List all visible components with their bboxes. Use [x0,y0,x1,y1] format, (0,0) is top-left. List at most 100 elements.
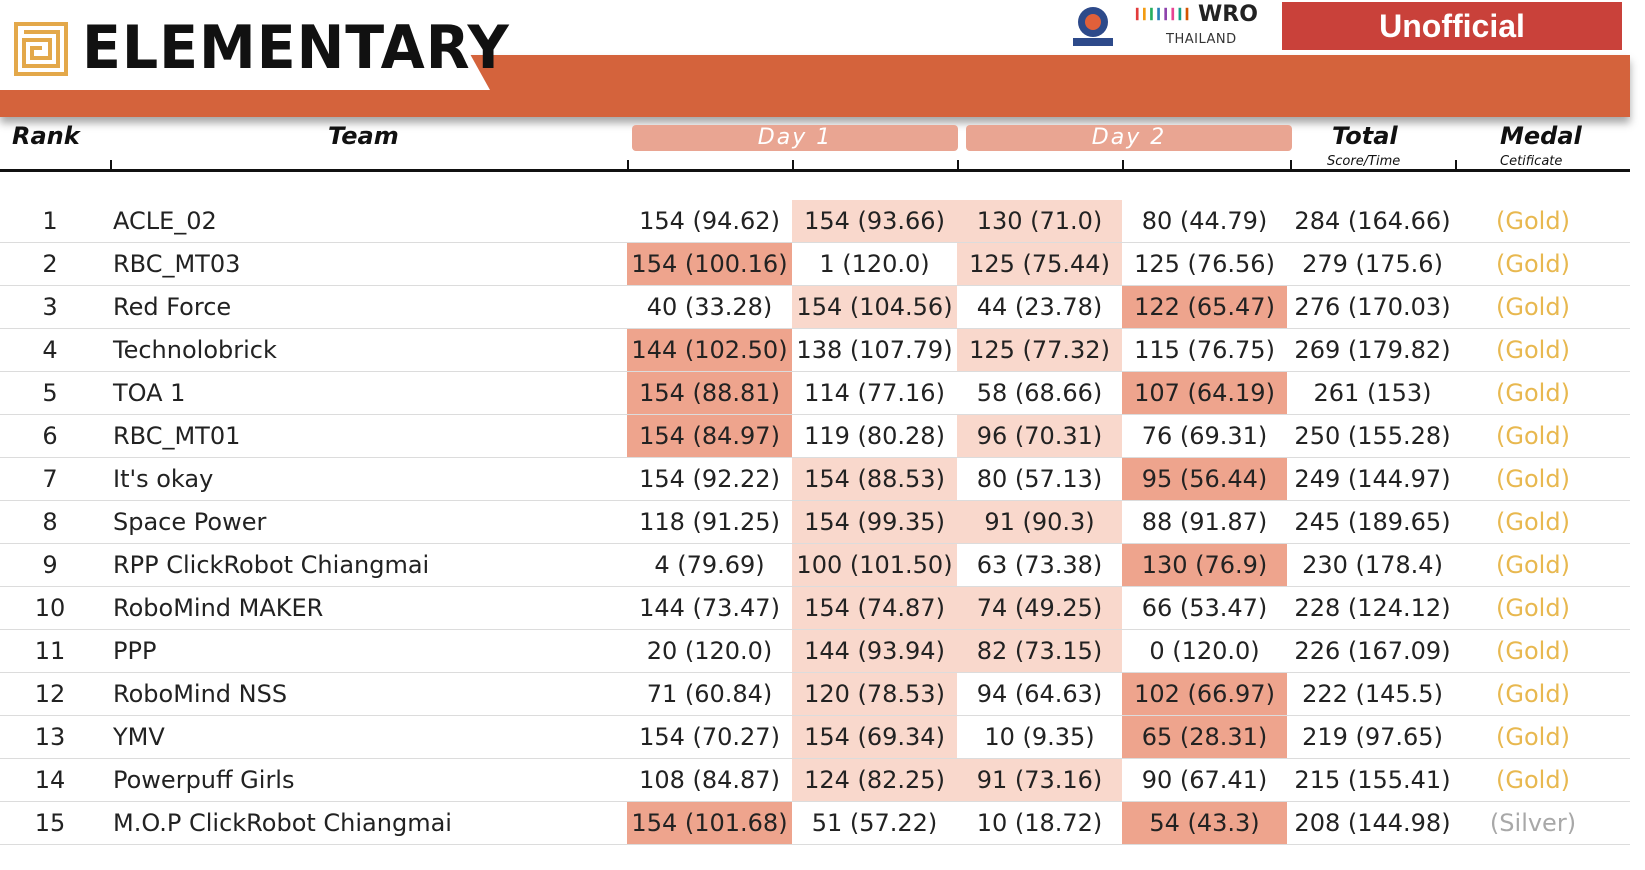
day1-round1-cell: 154 (94.62) [639,207,780,235]
table-row: 9 RPP ClickRobot Chiangmai 4 (79.69) 100… [0,544,1630,587]
day2-round1-cell: 80 (57.13) [976,465,1103,493]
column-header-total: Total [1332,122,1398,150]
day1-round1-cell: 40 (33.28) [646,293,773,321]
total-cell: 261 (153) [1313,379,1432,407]
total-cell: 222 (145.5) [1302,680,1443,708]
column-tick [1455,160,1457,170]
day1-round2-cell: 120 (78.53) [792,673,957,715]
wro-brand: WRO [1198,2,1258,27]
day1-round2-cell: 114 (77.16) [804,379,945,407]
team-cell: ACLE_02 [113,207,217,235]
medal-cell: (Gold) [1496,766,1570,794]
total-cell: 226 (167.09) [1294,637,1451,665]
wro-country: THAILAND [1166,32,1237,47]
day2-round2-cell: 95 (56.44) [1122,458,1287,500]
day1-round1-cell: 108 (84.87) [639,766,780,794]
table-row: 6 RBC_MT01 154 (84.97) 119 (80.28) 96 (7… [0,415,1630,458]
rank-cell: 6 [42,422,58,450]
day2-round1-cell: 10 (18.72) [976,809,1103,837]
rank-cell: 4 [42,336,58,364]
total-cell: 245 (189.65) [1294,508,1451,536]
day2-round2-cell: 125 (76.56) [1134,250,1275,278]
team-cell: Powerpuff Girls [113,766,295,794]
column-header-team: Team [328,122,399,150]
day1-round2-cell: 51 (57.22) [811,809,938,837]
rank-cell: 10 [34,594,66,622]
wro-people-icon [1135,7,1189,21]
day2-round1-cell: 91 (73.16) [957,759,1122,801]
day2-round2-cell: 76 (69.31) [1141,422,1268,450]
table-row: 10 RoboMind MAKER 144 (73.47) 154 (74.87… [0,587,1630,630]
team-cell: RPP ClickRobot Chiangmai [113,551,430,579]
day2-round2-cell: 66 (53.47) [1141,594,1268,622]
table-row: 14 Powerpuff Girls 108 (84.87) 124 (82.2… [0,759,1630,802]
table-row: 4 Technolobrick 144 (102.50) 138 (107.79… [0,329,1630,372]
column-subheader-total: Score/Time [1327,154,1401,169]
day1-round2-cell: 144 (93.94) [792,630,957,672]
table-row: 8 Space Power 118 (91.25) 154 (99.35) 91… [0,501,1630,544]
wro-logo: WRO THAILAND [1130,2,1275,50]
day2-round2-cell: 102 (66.97) [1122,673,1287,715]
day1-round1-cell: 154 (84.97) [627,415,792,457]
day1-round1-cell: 154 (100.16) [627,243,792,285]
day2-round1-cell: 58 (68.66) [976,379,1103,407]
results-table: 1 ACLE_02 154 (94.62) 154 (93.66) 130 (7… [0,200,1630,845]
medal-cell: (Gold) [1496,594,1570,622]
day2-round1-cell: 82 (73.15) [957,630,1122,672]
day2-round2-cell: 90 (67.41) [1141,766,1268,794]
day2-round1-cell: 125 (77.32) [957,329,1122,371]
column-tick [1122,160,1124,170]
column-tick [627,160,629,170]
rank-cell: 2 [42,250,58,278]
day1-round2-cell: 124 (82.25) [792,759,957,801]
day2-round1-cell: 91 (90.3) [957,501,1122,543]
table-row: 12 RoboMind NSS 71 (60.84) 120 (78.53) 9… [0,673,1630,716]
team-cell: M.O.P ClickRobot Chiangmai [113,809,452,837]
day1-round2-cell: 119 (80.28) [804,422,945,450]
maze-logo-icon [14,22,68,76]
day1-round2-cell: 138 (107.79) [796,336,953,364]
day1-round1-cell: 144 (102.50) [627,329,792,371]
medal-cell: (Gold) [1496,465,1570,493]
table-row: 2 RBC_MT03 154 (100.16) 1 (120.0) 125 (7… [0,243,1630,286]
total-cell: 276 (170.03) [1294,293,1451,321]
day2-round2-cell: 130 (76.9) [1122,544,1287,586]
day2-round1-cell: 10 (9.35) [984,723,1095,751]
team-cell: RBC_MT03 [113,250,241,278]
day2-round1-cell: 44 (23.78) [976,293,1103,321]
rank-cell: 3 [42,293,58,321]
day1-round1-cell: 154 (92.22) [639,465,780,493]
day1-round2-cell: 154 (74.87) [792,587,957,629]
column-tick [110,160,112,170]
day1-round1-cell: 20 (120.0) [646,637,773,665]
status-badge: Unofficial [1282,2,1622,50]
day1-round2-cell: 154 (69.34) [792,716,957,758]
table-row: 13 YMV 154 (70.27) 154 (69.34) 10 (9.35)… [0,716,1630,759]
day1-round2-cell: 100 (101.50) [792,544,957,586]
page-title: ELEMENTARY [82,13,510,83]
team-cell: YMV [113,723,165,751]
day1-round1-cell: 4 (79.69) [654,551,765,579]
medal-cell: (Gold) [1496,422,1570,450]
column-header-medal: Medal [1500,122,1582,150]
table-row: 15 M.O.P ClickRobot Chiangmai 154 (101.6… [0,802,1630,845]
day2-round2-cell: 107 (64.19) [1122,372,1287,414]
rank-cell: 8 [42,508,58,536]
table-row: 7 It's okay 154 (92.22) 154 (88.53) 80 (… [0,458,1630,501]
day2-round1-cell: 63 (73.38) [976,551,1103,579]
team-cell: RoboMind NSS [113,680,288,708]
table-row: 5 TOA 1 154 (88.81) 114 (77.16) 58 (68.6… [0,372,1630,415]
medal-cell: (Gold) [1496,379,1570,407]
team-cell: RBC_MT01 [113,422,241,450]
team-cell: TOA 1 [113,379,186,407]
column-tick [1290,160,1292,170]
medal-cell: (Gold) [1496,551,1570,579]
column-tick [957,160,959,170]
team-cell: Red Force [113,293,232,321]
day1-round1-cell: 118 (91.25) [639,508,780,536]
competition-logo-icon [1063,2,1123,50]
total-cell: 215 (155.41) [1294,766,1451,794]
day2-round2-cell: 54 (43.3) [1122,802,1287,844]
rank-cell: 15 [34,809,66,837]
column-header-day1: Day 1 [632,125,958,151]
